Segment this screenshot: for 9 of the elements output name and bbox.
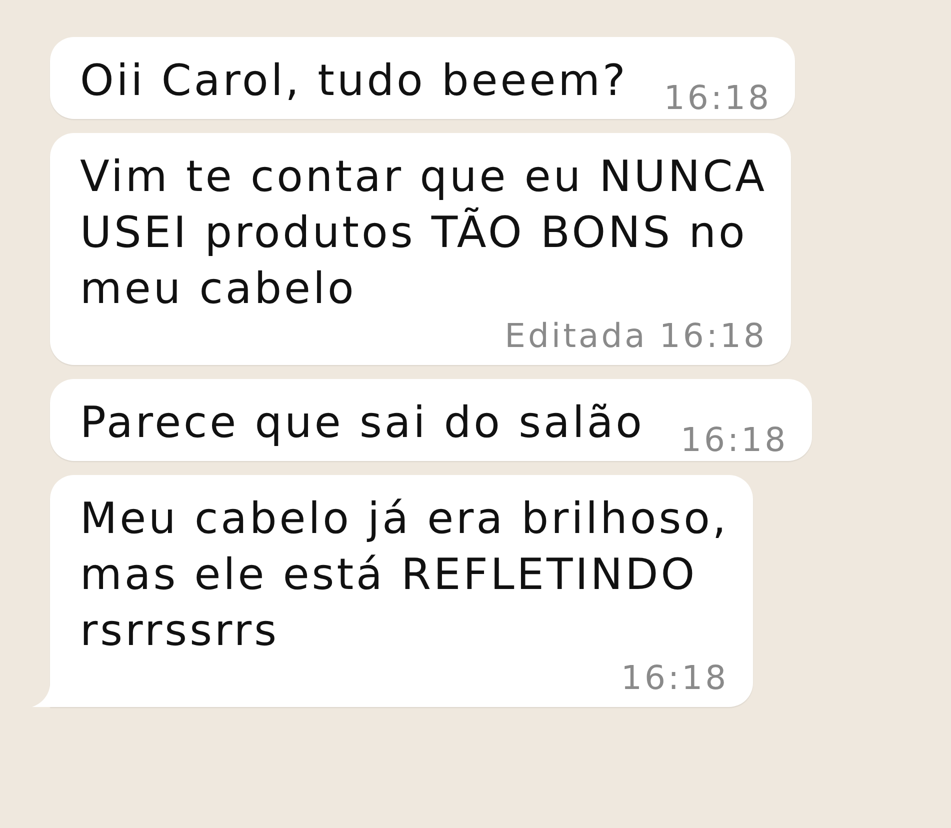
message-time: 16:18 (620, 659, 729, 697)
edited-label: Editada (504, 317, 648, 355)
message-text: Vim te contar que eu NUNCA USEI produtos TÃO BONS no meu cabelo (80, 151, 768, 316)
message-time: 16:18 (680, 421, 788, 459)
message-text: Oii Carol, tudo beeem? (80, 55, 628, 108)
message-text: Parece que sai do salão (80, 397, 644, 450)
message-time: 16:18 (664, 79, 772, 117)
message-text: Meu cabelo já era brilhoso, mas ele está REFLETINDO rsrrssrrs (80, 493, 729, 658)
message-time: 16:18 (659, 317, 768, 355)
